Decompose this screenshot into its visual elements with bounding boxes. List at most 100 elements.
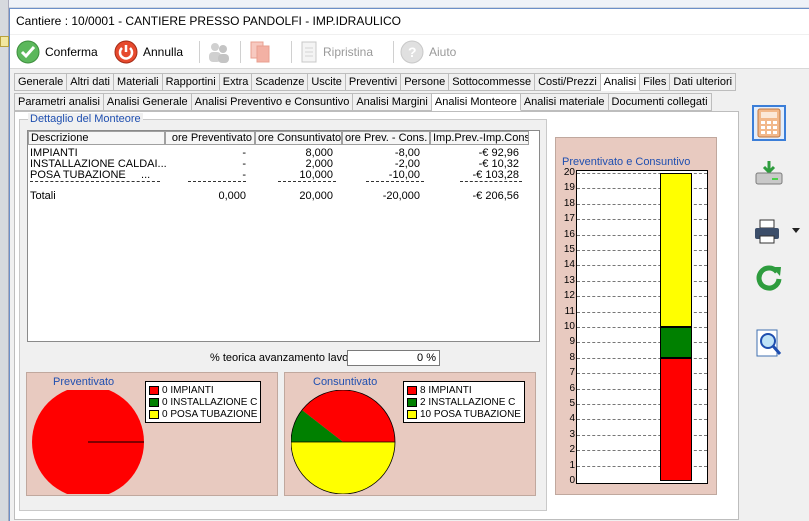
col-header-ore-diff[interactable]: ore Prev. - Cons. — [342, 131, 430, 145]
cell-ore-diff: -10,00 — [388, 169, 420, 181]
legend-swatch — [149, 409, 159, 419]
tab-analisi-monteore[interactable]: Analisi Monteore — [431, 93, 521, 111]
tab-documenti-collegati[interactable]: Documenti collegati — [608, 93, 712, 111]
background-icon — [0, 36, 9, 47]
y-tick-label: 6 — [569, 382, 575, 394]
divider — [366, 181, 424, 182]
legend-label: 0 POSA TUBAZIONE — [162, 408, 258, 420]
col-header-ore-consuntivato[interactable]: ore Consuntivato — [255, 131, 342, 145]
tab-altri-dati[interactable]: Altri dati — [67, 73, 115, 91]
tab-analisi-preventivo-consuntivo[interactable]: Analisi Preventivo e Consuntivo — [191, 93, 354, 111]
preventivato-pie-chart: Preventivato 0 IMPIANTI 0 INSTALLAZIONE … — [26, 372, 278, 496]
tab-analisi-generale[interactable]: Analisi Generale — [103, 93, 192, 111]
tab-preventivi[interactable]: Preventivi — [345, 73, 402, 91]
y-tick-label: 20 — [563, 167, 575, 178]
progress-field[interactable]: 0 % — [347, 350, 440, 366]
y-tick-label: 18 — [563, 197, 575, 209]
tab-dati-ulteriori[interactable]: Dati ulteriori — [670, 73, 737, 91]
y-tick-label: 5 — [569, 398, 575, 409]
y-tick-label: 4 — [569, 413, 575, 425]
y-tick-label: 12 — [563, 290, 575, 302]
save-drive-button[interactable] — [752, 155, 786, 191]
window-title: Cantiere : 10/0001 - CANTIERE PRESSO PAN… — [10, 9, 809, 34]
sub-tabs: Parametri analisi Analisi Generale Anali… — [14, 93, 712, 111]
total-ore-preventivato: 0,000 — [218, 190, 246, 202]
tab-persone[interactable]: Persone — [401, 73, 450, 91]
refresh-button[interactable] — [752, 259, 786, 295]
power-icon — [114, 40, 138, 64]
bar-segment-impianti — [660, 357, 692, 481]
consuntivato-chart-title: Consuntivato — [313, 376, 378, 388]
tab-uscite[interactable]: Uscite — [308, 73, 346, 91]
search-icon — [756, 329, 782, 357]
tab-generale[interactable]: Generale — [14, 73, 68, 91]
y-tick-label: 8 — [569, 351, 575, 363]
total-ore-consuntivato: 20,000 — [299, 190, 333, 202]
tab-materiali[interactable]: Materiali — [114, 73, 163, 91]
total-imp-diff: -€ 206,56 — [472, 190, 519, 202]
y-tick-label: 1 — [569, 459, 575, 471]
legend-item: 2 INSTALLAZIONE C — [407, 396, 521, 408]
people-button[interactable] — [206, 37, 232, 67]
section-title: Dettaglio del Monteore — [28, 113, 143, 125]
y-tick-label: 7 — [569, 367, 575, 379]
y-tick-label: 2 — [569, 444, 575, 456]
background-window-edge — [0, 0, 9, 521]
preventivato-pie — [32, 390, 144, 494]
cancel-button[interactable]: Annulla — [114, 37, 183, 67]
legend-label: 0 IMPIANTI — [162, 384, 214, 396]
people-icon — [209, 43, 229, 63]
cell-imp-diff: -€ 103,28 — [472, 169, 519, 181]
stacked-bar-chart: Preventivato e Consuntivo 0 1 2 3 4 5 6 7 8 9 10 11… — [555, 137, 717, 495]
restore-button[interactable]: Ripristina — [300, 37, 373, 67]
y-tick-label: 17 — [563, 213, 575, 225]
y-tick-label: 14 — [563, 259, 575, 271]
copy-button[interactable] — [249, 37, 271, 67]
legend-item: 0 INSTALLAZIONE C — [149, 396, 257, 408]
tab-sottocommesse[interactable]: Sottocommesse — [449, 73, 536, 91]
background-window-strip — [0, 0, 809, 8]
restore-label: Ripristina — [323, 45, 374, 59]
tab-rapportini[interactable]: Rapportini — [162, 73, 220, 91]
preventivato-chart-title: Preventivato — [53, 376, 115, 388]
y-tick-label: 9 — [569, 336, 575, 348]
tab-analisi[interactable]: Analisi — [600, 73, 641, 91]
total-ore-diff: -20,000 — [382, 190, 420, 202]
tab-analisi-margini[interactable]: Analisi Margini — [353, 93, 432, 111]
divider — [278, 181, 336, 182]
consuntivato-pie — [291, 390, 396, 494]
tab-files[interactable]: Files — [640, 73, 671, 91]
tab-extra[interactable]: Extra — [219, 73, 253, 91]
print-button[interactable] — [752, 213, 782, 249]
col-header-descrizione[interactable]: Descrizione — [28, 131, 165, 145]
col-header-imp-diff[interactable]: Imp.Prev.-Imp.Cons. — [430, 131, 529, 145]
confirm-button[interactable]: Conferma — [16, 37, 98, 67]
cell-descrizione: POSA TUBAZIONE ... — [30, 169, 151, 181]
preview-search-button[interactable] — [752, 325, 786, 361]
consuntivato-legend: 8 IMPIANTI 2 INSTALLAZIONE C 10 POSA TUB… — [403, 381, 525, 423]
legend-label: 10 POSA TUBAZIONE — [420, 408, 521, 420]
help-button[interactable]: ? Aiuto — [400, 37, 456, 67]
y-tick-label: 0 — [569, 475, 575, 486]
tab-costi-prezzi[interactable]: Costi/Prezzi — [535, 73, 601, 91]
divider — [188, 181, 246, 182]
y-tick-label: 13 — [563, 274, 575, 286]
divider — [30, 181, 160, 182]
tab-scadenze[interactable]: Scadenze — [252, 73, 309, 91]
cell-ore-preventivato: - — [242, 169, 246, 181]
cancel-label: Annulla — [143, 45, 184, 59]
preventivato-legend: 0 IMPIANTI 0 INSTALLAZIONE C 0 POSA TUBA… — [145, 381, 262, 423]
pie-slice-posa — [291, 442, 395, 494]
tab-analisi-materiale[interactable]: Analisi materiale — [520, 93, 609, 111]
drive-icon — [755, 161, 783, 185]
calculator-button[interactable] — [752, 105, 786, 141]
col-header-ore-preventivato[interactable]: ore Preventivato — [165, 131, 255, 145]
y-tick-label: 10 — [563, 321, 575, 332]
help-label: Aiuto — [429, 45, 457, 59]
y-tick-label: 16 — [563, 228, 575, 240]
legend-label: 0 INSTALLAZIONE C — [162, 396, 258, 408]
print-dropdown-button[interactable] — [790, 213, 802, 249]
progress-label: % teorica avanzamento lavori — [210, 352, 355, 364]
y-tick-label: 3 — [569, 428, 575, 440]
tab-parametri-analisi[interactable]: Parametri analisi — [14, 93, 104, 111]
